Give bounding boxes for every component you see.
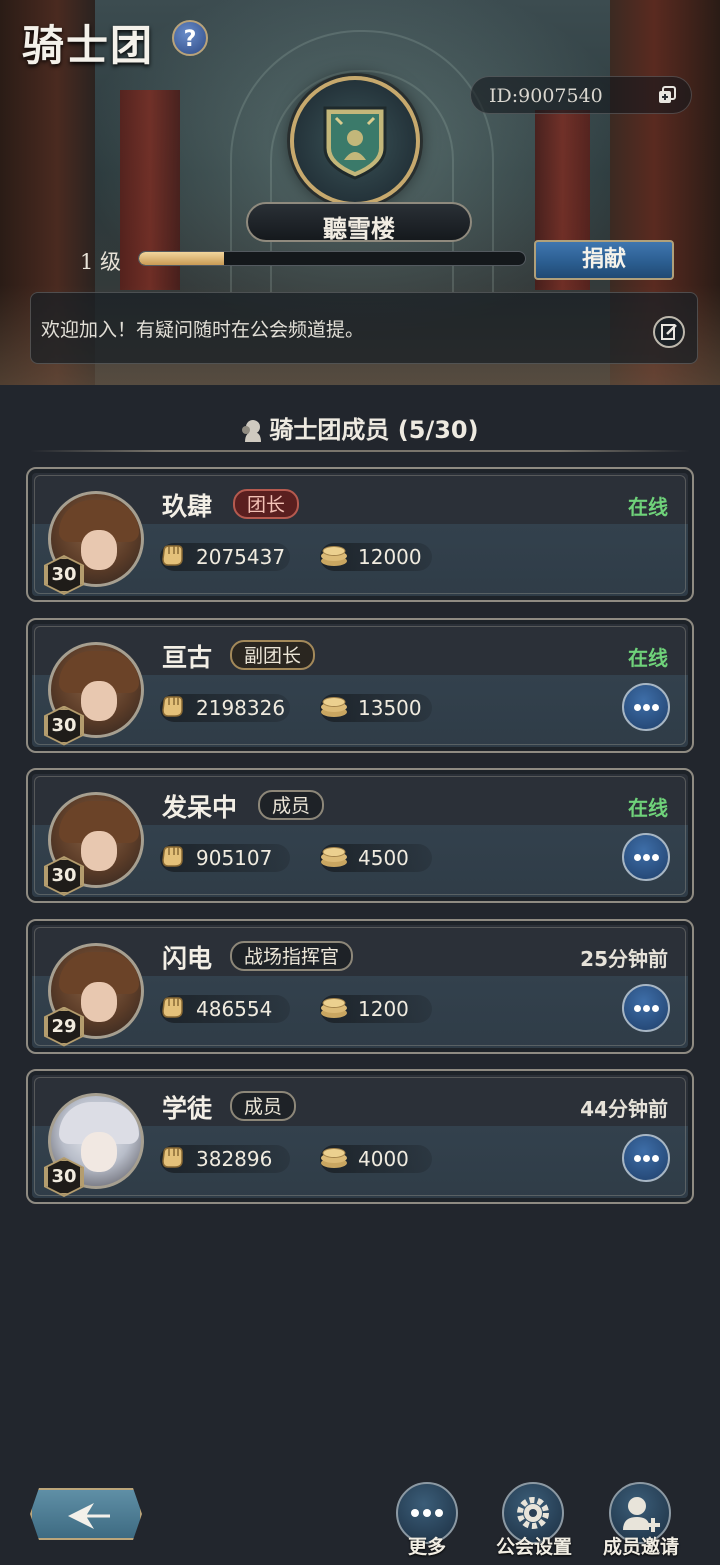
member-card[interactable]: 30 亘古 副团长 在线 2198326 13500 <box>26 617 694 753</box>
copy-icon[interactable] <box>657 85 677 105</box>
member-power: 382896 <box>196 1147 273 1171</box>
coin-stack-icon <box>321 696 347 717</box>
guild-name: 聽雪楼 <box>323 214 395 243</box>
member-power: 905107 <box>196 846 273 870</box>
member-icon <box>242 420 262 442</box>
member-contribution: 13500 <box>358 695 422 720</box>
member-card[interactable]: 30 学徒 成员 44分钟前 382896 4000 <box>26 1069 694 1204</box>
fist-icon <box>162 695 183 717</box>
member-contribution: 12000 <box>358 545 422 569</box>
member-contribution: 4500 <box>358 846 409 870</box>
member-name: 发呆中 <box>162 793 238 822</box>
guild-header: 骑士团 ? ID:9007540 聽雪楼 1 级 捐献 欢迎加入！有疑问随时在公… <box>0 0 720 385</box>
member-card[interactable]: 29 闪电 战场指挥官 25分钟前 486554 1200 <box>26 918 694 1054</box>
guild-notice: 欢迎加入！有疑问随时在公会频道提。 <box>30 292 698 364</box>
guild-emblem[interactable] <box>290 76 420 206</box>
avatar-face <box>81 831 117 871</box>
member-card[interactable]: 30 发呆中 成员 在线 905107 4500 <box>26 768 694 903</box>
member-status: 在线 <box>628 495 668 519</box>
guild-id: ID:9007540 <box>489 85 603 107</box>
member-power: 486554 <box>196 996 273 1021</box>
guild-notice-text: 欢迎加入！有疑问随时在公会频道提。 <box>41 319 365 341</box>
fist-icon <box>162 1147 183 1168</box>
guild-id-box: ID:9007540 <box>470 76 692 114</box>
guild-name-plate: 聽雪楼 <box>246 202 472 243</box>
member-more-button[interactable] <box>622 833 670 881</box>
back-arrow-icon <box>68 1503 110 1529</box>
avatar-face <box>81 680 117 721</box>
member-role-badge: 成员 <box>230 1091 297 1121</box>
coin-stack-icon <box>321 546 347 566</box>
back-button[interactable] <box>30 1488 142 1540</box>
member-status: 25分钟前 <box>580 946 668 971</box>
member-contribution: 4000 <box>358 1147 409 1171</box>
member-more-button[interactable] <box>622 682 670 731</box>
coin-stack-icon <box>321 997 347 1018</box>
member-role-badge: 团长 <box>233 489 300 519</box>
divider <box>30 450 690 452</box>
page-title: 骑士团 <box>22 21 155 70</box>
member-role-badge: 成员 <box>258 790 325 820</box>
fist-icon <box>162 996 183 1018</box>
guild-exp-bar <box>138 251 526 266</box>
fist-icon <box>162 545 183 566</box>
member-more-button[interactable] <box>622 1134 670 1182</box>
invite-member-label[interactable]: 成员邀请 <box>595 1532 687 1559</box>
donate-button[interactable]: 捐献 <box>534 240 674 280</box>
member-power: 2075437 <box>196 545 286 569</box>
coin-stack-icon <box>321 1148 347 1168</box>
member-name: 学徒 <box>162 1094 213 1123</box>
member-status: 在线 <box>628 645 668 670</box>
member-more-button[interactable] <box>622 983 670 1032</box>
member-name: 闪电 <box>162 943 213 973</box>
guild-exp-fill <box>139 252 224 265</box>
member-contribution: 1200 <box>358 996 409 1021</box>
shield-icon <box>323 106 387 180</box>
member-status: 在线 <box>628 796 668 820</box>
guild-settings-label[interactable]: 公会设置 <box>488 1532 580 1559</box>
member-role-badge: 战场指挥官 <box>230 940 354 971</box>
fist-icon <box>162 846 183 867</box>
more-nav-label[interactable]: 更多 <box>387 1532 467 1559</box>
avatar-face <box>81 981 117 1022</box>
member-card[interactable]: 30 玖肆 团长 在线 2075437 12000 <box>26 467 694 602</box>
avatar-face <box>81 530 117 570</box>
member-name: 玖肆 <box>162 492 213 521</box>
member-name: 亘古 <box>162 642 213 672</box>
member-status: 44分钟前 <box>580 1097 668 1121</box>
members-section-title: 骑士团成员 (5/30) <box>0 410 720 445</box>
guild-level: 1 级 <box>80 250 122 274</box>
members-title-text: 骑士团成员 (5/30) <box>269 416 479 444</box>
avatar-face <box>81 1132 117 1172</box>
member-role-badge: 副团长 <box>230 639 316 670</box>
member-power: 2198326 <box>196 695 286 720</box>
coin-stack-icon <box>321 847 347 867</box>
edit-icon[interactable] <box>653 316 685 348</box>
help-icon[interactable]: ? <box>172 20 208 56</box>
